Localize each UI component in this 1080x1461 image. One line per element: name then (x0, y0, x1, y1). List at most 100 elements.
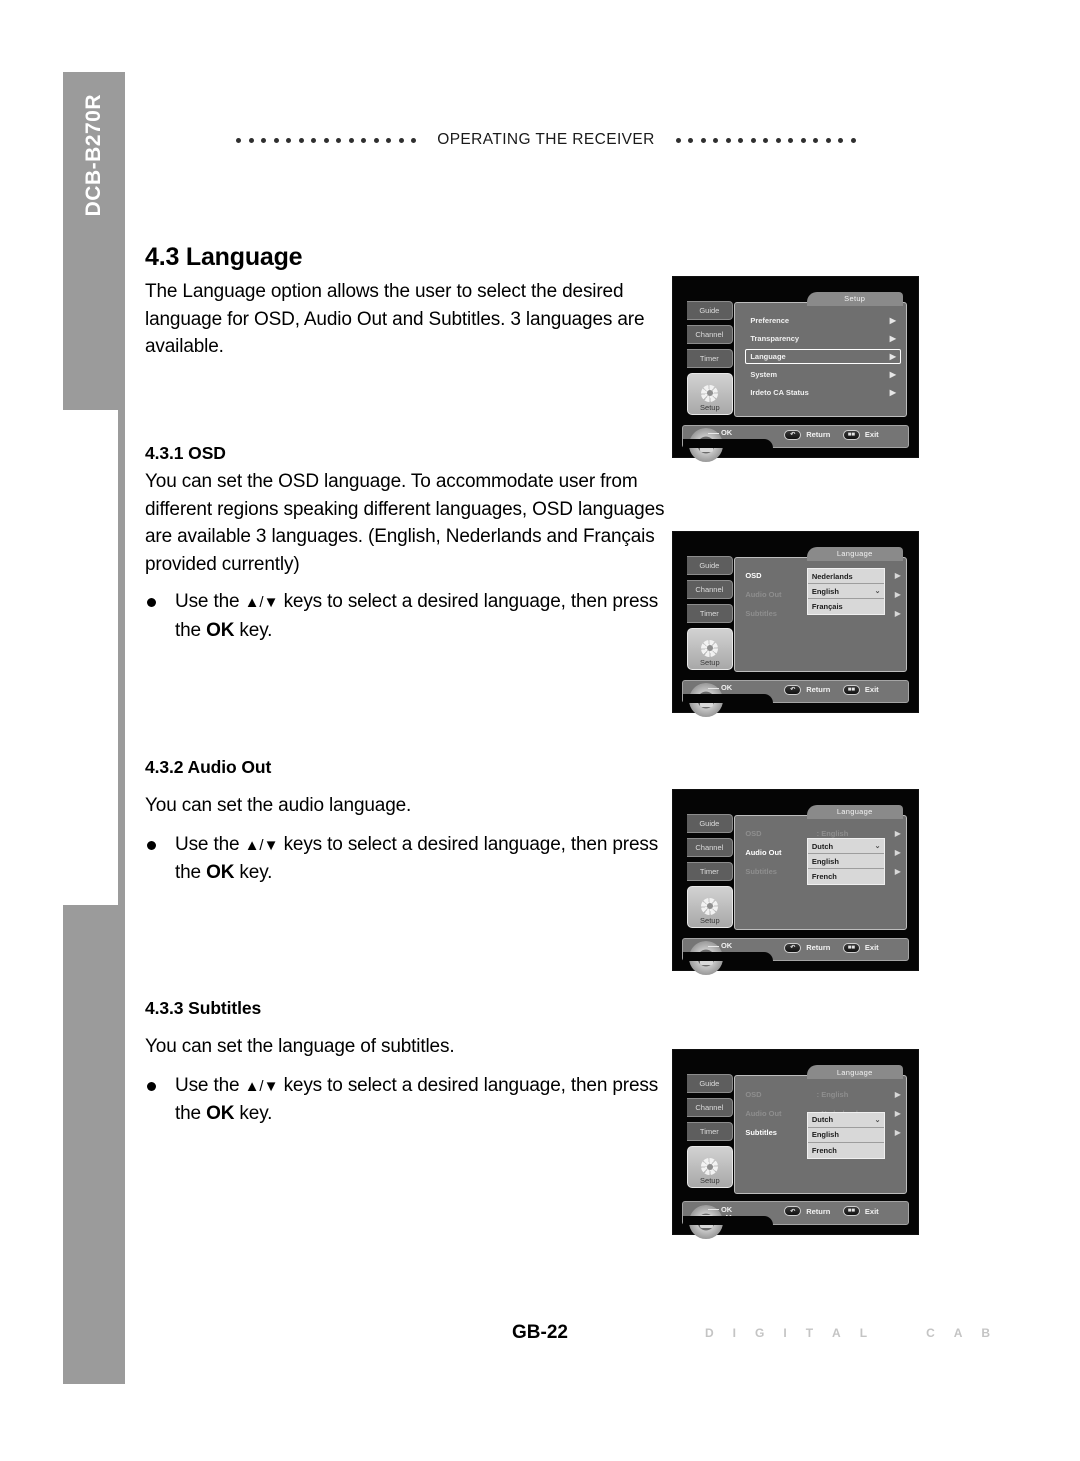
menu-item-irdeto-ca-status[interactable]: Irdeto CA Status ▶ (745, 385, 901, 400)
osd-tab-channel[interactable]: Channel (686, 579, 733, 599)
osd-panel: Setup Preference ▶ Transparency ▶ Language ▶ Sy… (734, 292, 907, 418)
bullet-subtitles: Use the ▲/▼ keys to select a desired lan… (145, 1072, 665, 1128)
brand-letter: A (953, 1326, 964, 1340)
dot-leader-right (675, 137, 856, 143)
dropdown-option-dutch[interactable]: Dutch ⌄ (807, 839, 885, 855)
dropdown-option-label: Français (811, 602, 843, 612)
osd-tab-strip: Guide Channel Timer Setup (686, 813, 733, 933)
dropdown-option-english[interactable]: English (807, 854, 885, 870)
dropdown-option-dutch[interactable]: Dutch ⌄ (807, 1112, 885, 1128)
osd-tab-channel[interactable]: Channel (686, 1098, 733, 1118)
osd-overlay: Guide Channel Timer Setup Language OSD ▶ Audio … (686, 546, 907, 673)
brand-letter: B (981, 1326, 992, 1340)
chevron-right-icon: ▶ (894, 1108, 901, 1118)
brand-letter: L (859, 1326, 869, 1340)
gear-icon (701, 639, 719, 657)
osd-tab-setup[interactable]: Setup (686, 1146, 733, 1189)
leader-dot-icon (373, 137, 379, 143)
osd-tab-timer[interactable]: Timer (686, 1122, 733, 1142)
osd-tab-setup[interactable]: Setup (686, 627, 733, 670)
dropdown-option-english[interactable]: English ⌄ (807, 584, 885, 600)
leader-dot-icon (311, 137, 316, 143)
language-dropdown[interactable]: Dutch ⌄ English French (806, 838, 886, 886)
menu-item-transparency[interactable]: Transparency ▶ (745, 331, 901, 346)
leader-dot-icon (813, 137, 819, 143)
language-dropdown[interactable]: Dutch ⌄ English French (806, 1111, 886, 1159)
dropdown-option-french[interactable]: French (807, 869, 885, 885)
menu-item-label: Preference (750, 315, 790, 325)
chevron-right-icon: ▶ (894, 867, 901, 877)
dropdown-option-english[interactable]: English (807, 1127, 885, 1143)
dropdown-option-label: English (811, 1130, 839, 1140)
osd-tab-guide[interactable]: Guide (686, 555, 733, 575)
osd-tab-timer[interactable]: Timer (686, 603, 733, 623)
hint-return[interactable]: ↶ Return (784, 684, 830, 695)
hint-exit[interactable]: ■■ Exit (842, 429, 879, 440)
dropdown-option-nederlands[interactable]: Nederlands (807, 569, 885, 585)
hint-return[interactable]: ↶ Return (784, 942, 830, 953)
chevron-right-icon: ▶ (894, 571, 901, 581)
osd-tab-label: Setup (700, 1176, 720, 1186)
return-key-icon: ↶ (784, 429, 802, 440)
section-subtitles: 4.3.3 Subtitles You can set the language… (145, 998, 665, 1128)
hint-exit[interactable]: ■■ Exit (842, 684, 879, 695)
hint-exit-label: Exit (864, 1206, 879, 1216)
dot-leader-left (236, 137, 416, 143)
hint-exit[interactable]: ■■ Exit (842, 1206, 879, 1217)
osd-tab-timer[interactable]: Timer (686, 861, 733, 881)
osd-panel-title: Language (806, 805, 903, 819)
leader-dot-icon (788, 137, 794, 143)
chevron-right-icon: ▶ (889, 315, 896, 325)
osd-tab-channel[interactable]: Channel (686, 837, 733, 857)
brand-letter: G (755, 1326, 766, 1340)
running-head-title: OPERATING THE RECEIVER (437, 131, 655, 148)
hint-exit-label: Exit (864, 685, 879, 695)
osd-tab-setup[interactable]: Setup (686, 885, 733, 928)
leader-dot-icon (725, 137, 731, 143)
osd-tab-guide[interactable]: Guide (686, 813, 733, 833)
osd-tab-timer[interactable]: Timer (686, 348, 733, 368)
leader-dot-icon (763, 137, 769, 143)
gear-icon (701, 897, 719, 915)
leader-dot-icon (386, 137, 391, 143)
menu-item-system[interactable]: System ▶ (745, 367, 901, 382)
leader-dot-icon (261, 137, 266, 143)
dropdown-option-label: French (811, 872, 837, 882)
dropdown-option-franais[interactable]: Français (807, 599, 885, 615)
section-audio-out: 4.3.2 Audio Out You can set the audio la… (145, 757, 665, 887)
section-osd: 4.3.1 OSD You can set the OSD language. … (145, 443, 665, 644)
menu-item-preference[interactable]: Preference ▶ (745, 313, 901, 328)
chevron-right-icon: ▶ (894, 1127, 901, 1137)
menu-item-language[interactable]: Language ▶ (745, 349, 901, 364)
osd-tab-label: Setup (700, 657, 720, 667)
osd-tab-strip: Guide Channel Timer Setup (686, 1074, 733, 1193)
osd-tab-strip: Guide Channel Timer Setup (686, 300, 733, 420)
leader-dot-icon (398, 137, 404, 143)
hint-return[interactable]: ↶ Return (784, 1206, 831, 1217)
osd-tab-guide[interactable]: Guide (686, 1074, 733, 1094)
exit-key-icon: ■■ (842, 942, 860, 953)
chevron-right-icon: ▶ (889, 369, 896, 379)
hint-return[interactable]: ↶ Return (784, 429, 830, 440)
dropdown-option-french[interactable]: French (807, 1142, 885, 1158)
language-row-osd[interactable]: OSD: English ▶ (745, 1087, 901, 1102)
osd-tab-label: Setup (700, 402, 720, 412)
language-row-value: : English (816, 1089, 849, 1099)
screenshot-language-audio-out: Guide Channel Timer Setup Language OSD: Engli… (672, 789, 919, 976)
brand-letter: T (805, 1326, 815, 1340)
osd-tab-guide[interactable]: Guide (686, 300, 733, 320)
gear-icon (701, 1158, 719, 1176)
osd-tab-channel[interactable]: Channel (686, 324, 733, 344)
language-dropdown[interactable]: Nederlands English ⌄ Français (806, 568, 886, 616)
hint-exit[interactable]: ■■ Exit (842, 942, 879, 953)
section-language: 4.3 Language The Language option allows … (145, 243, 665, 361)
side-rule (118, 410, 125, 908)
language-row-label: OSD (745, 571, 762, 581)
hint-return-label: Return (806, 1206, 831, 1216)
section-heading-audio-out: 4.3.2 Audio Out (145, 757, 272, 777)
screenshot-language-osd: Guide Channel Timer Setup Language OSD ▶ Audio … (672, 531, 919, 718)
leader-dot-icon (850, 137, 856, 143)
brand-word-digital: DIGITAL (705, 1326, 868, 1340)
language-row-label: Audio Out (745, 848, 782, 858)
osd-tab-setup[interactable]: Setup (686, 372, 733, 415)
